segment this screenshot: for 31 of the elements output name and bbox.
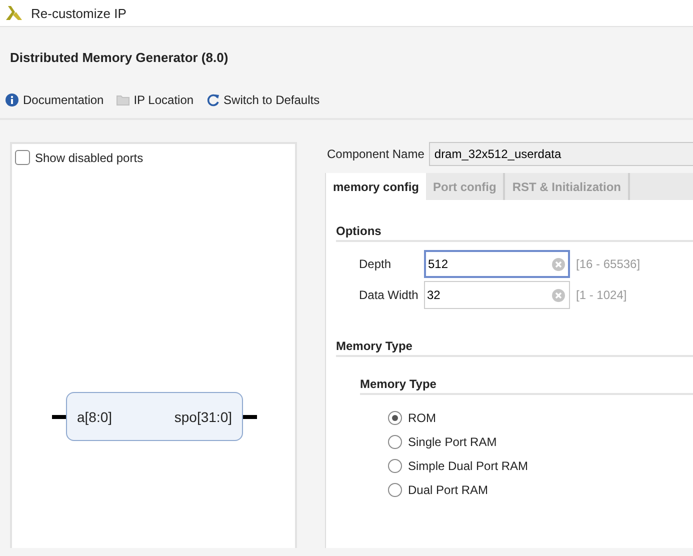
app-logo-icon	[6, 6, 22, 20]
section-heading: Options	[336, 224, 693, 242]
range-hint: [1 - 1024]	[576, 288, 627, 302]
toolbar-link[interactable]: IP Location	[116, 93, 194, 107]
section-heading: Memory Type	[336, 339, 693, 357]
group-heading: Memory Type	[360, 377, 693, 395]
field-label: Depth	[359, 257, 392, 271]
input-field[interactable]: 32	[424, 281, 570, 309]
range-hint: [16 - 65536]	[576, 257, 640, 271]
window-title: Re-customize IP	[31, 6, 126, 20]
output-port-label: spo[31:0]	[174, 408, 232, 424]
folder-icon	[116, 93, 130, 107]
field-label: Data Width	[359, 288, 420, 302]
radio-option[interactable]: ROM	[388, 411, 693, 425]
tab[interactable]: memory config	[326, 173, 426, 200]
component-name-field[interactable]: dram_32x512_userdata	[429, 142, 693, 166]
toolbar-link[interactable]: Switch to Defaults	[206, 93, 320, 107]
radio-option[interactable]: Dual Port RAM	[388, 483, 693, 497]
input-pin	[52, 414, 66, 418]
input-field[interactable]: 512	[424, 250, 570, 278]
component-name-label: Component Name	[327, 147, 424, 161]
info-icon	[5, 93, 19, 107]
input-port-label: a[8:0]	[77, 408, 112, 424]
clear-icon[interactable]	[552, 289, 565, 302]
radio-option[interactable]: Simple Dual Port RAM	[388, 459, 693, 473]
refresh-icon	[206, 93, 220, 107]
dialog-heading: Distributed Memory Generator (8.0)	[9, 49, 230, 67]
toolbar-link[interactable]: Documentation	[5, 93, 104, 107]
clear-icon[interactable]	[552, 258, 565, 271]
output-pin	[243, 414, 257, 418]
radio-option[interactable]: Single Port RAM	[388, 435, 693, 449]
